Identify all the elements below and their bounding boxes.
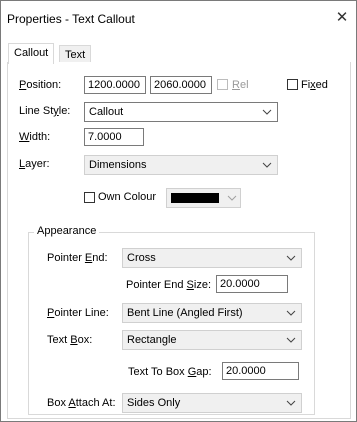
text-box-label: Text Box: (47, 334, 93, 346)
chevron-down-icon (286, 337, 296, 343)
pointer-end-size-field[interactable]: 20.0000 (216, 275, 288, 293)
width-label: Width: (19, 131, 51, 143)
tab-callout[interactable]: Callout (8, 43, 55, 64)
close-icon[interactable]: ✕ (331, 7, 353, 29)
line-style-label: Line Style: (19, 105, 71, 117)
pointer-line-select[interactable]: Bent Line (Angled First) (122, 303, 302, 323)
chevron-down-icon (286, 310, 296, 316)
pointer-end-size-label: Pointer End Size: (126, 279, 212, 291)
line-style-value: Callout (89, 106, 124, 118)
text-box-value: Rectangle (127, 334, 177, 346)
dialog-title: Properties - Text Callout (7, 12, 135, 26)
pointer-end-label: Pointer End: (47, 252, 108, 264)
rel-label: Rel (232, 79, 249, 91)
tab-text[interactable]: Text (59, 45, 92, 63)
pointer-end-value: Cross (127, 252, 156, 264)
chevron-down-icon (262, 162, 272, 168)
chevron-down-icon (262, 109, 272, 115)
own-colour-label: Own Colour (98, 191, 157, 203)
pointer-end-select[interactable]: Cross (122, 248, 302, 268)
text-to-box-gap-field[interactable]: 20.0000 (222, 362, 299, 380)
colour-picker[interactable] (166, 188, 241, 208)
fixed-checkbox[interactable] (287, 79, 298, 90)
width-field[interactable]: 7.0000 (84, 128, 144, 146)
layer-value: Dimensions (89, 159, 147, 171)
own-colour-checkbox[interactable] (84, 192, 95, 203)
pointer-line-label: Pointer Line: (47, 307, 109, 319)
appearance-title: Appearance (34, 225, 100, 237)
chevron-down-icon (227, 195, 237, 201)
line-style-select[interactable]: Callout (84, 102, 278, 122)
box-attach-at-label: Box Attach At: (47, 397, 116, 409)
position-label: Position: (19, 79, 62, 91)
pointer-line-value: Bent Line (Angled First) (127, 307, 243, 319)
fixed-label: Fixed (301, 79, 328, 91)
position-x-field[interactable]: 1200.0000 (84, 76, 146, 94)
box-attach-at-value: Sides Only (127, 397, 181, 409)
position-y-field[interactable]: 2060.0000 (150, 76, 212, 94)
text-box-select[interactable]: Rectangle (122, 330, 302, 350)
text-to-box-gap-label: Text To Box Gap: (128, 366, 212, 378)
layer-select[interactable]: Dimensions (84, 155, 278, 175)
layer-label: Layer: (19, 158, 50, 170)
box-attach-at-select[interactable]: Sides Only (122, 393, 302, 413)
chevron-down-icon (286, 400, 296, 406)
rel-checkbox[interactable] (217, 79, 228, 90)
chevron-down-icon (286, 255, 296, 261)
colour-swatch (171, 193, 219, 203)
